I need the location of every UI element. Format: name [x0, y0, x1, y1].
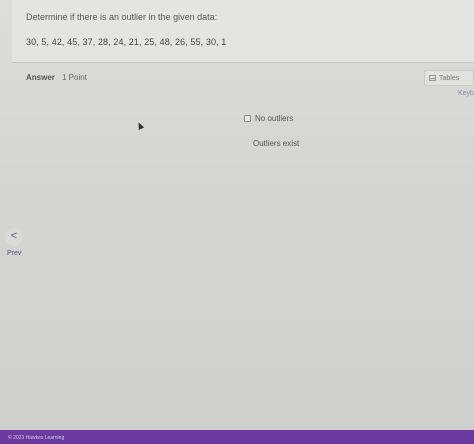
question-prompt: Determine if there is an outlier in the … [26, 12, 218, 22]
option-outliers-exist[interactable]: Outliers exist [253, 139, 299, 148]
question-panel: Determine if there is an outlier in the … [12, 0, 474, 63]
chevron-left-icon[interactable]: < [5, 228, 23, 246]
prev-button[interactable]: Prev [7, 250, 21, 257]
answer-header: Answer 1 Point Tables [12, 62, 474, 92]
footer-bar: © 2023 Hawkes Learning [0, 430, 474, 444]
tables-button[interactable]: Tables [424, 70, 474, 86]
keypad-link[interactable]: Keyb [458, 90, 474, 97]
page: Determine if there is an outlier in the … [0, 0, 474, 444]
footer-copyright: © 2023 Hawkes Learning [8, 435, 65, 441]
option-label: Outliers exist [253, 139, 300, 148]
table-icon [429, 75, 436, 81]
checkbox-icon[interactable] [244, 115, 251, 122]
option-no-outliers[interactable]: No outliers [244, 114, 293, 123]
option-label: No outliers [255, 114, 294, 123]
answer-label: Answer [26, 73, 55, 82]
data-set: 30, 5, 42, 45, 37, 28, 24, 21, 25, 48, 2… [26, 37, 227, 47]
points-label: 1 Point [62, 73, 87, 82]
mouse-cursor-icon [135, 121, 145, 130]
tables-button-label: Tables [439, 74, 460, 82]
